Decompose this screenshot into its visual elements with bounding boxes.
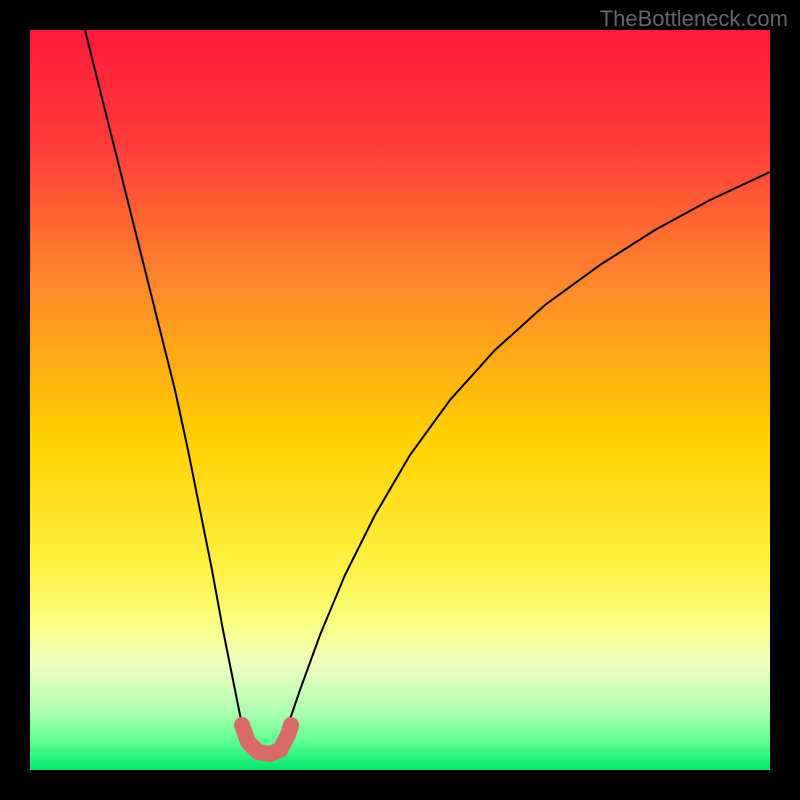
watermark-text: TheBottleneck.com [600, 6, 788, 32]
plot-area [30, 30, 770, 770]
chart-frame: TheBottleneck.com [0, 0, 800, 800]
gradient-background [30, 30, 770, 770]
chart-canvas [30, 30, 770, 770]
